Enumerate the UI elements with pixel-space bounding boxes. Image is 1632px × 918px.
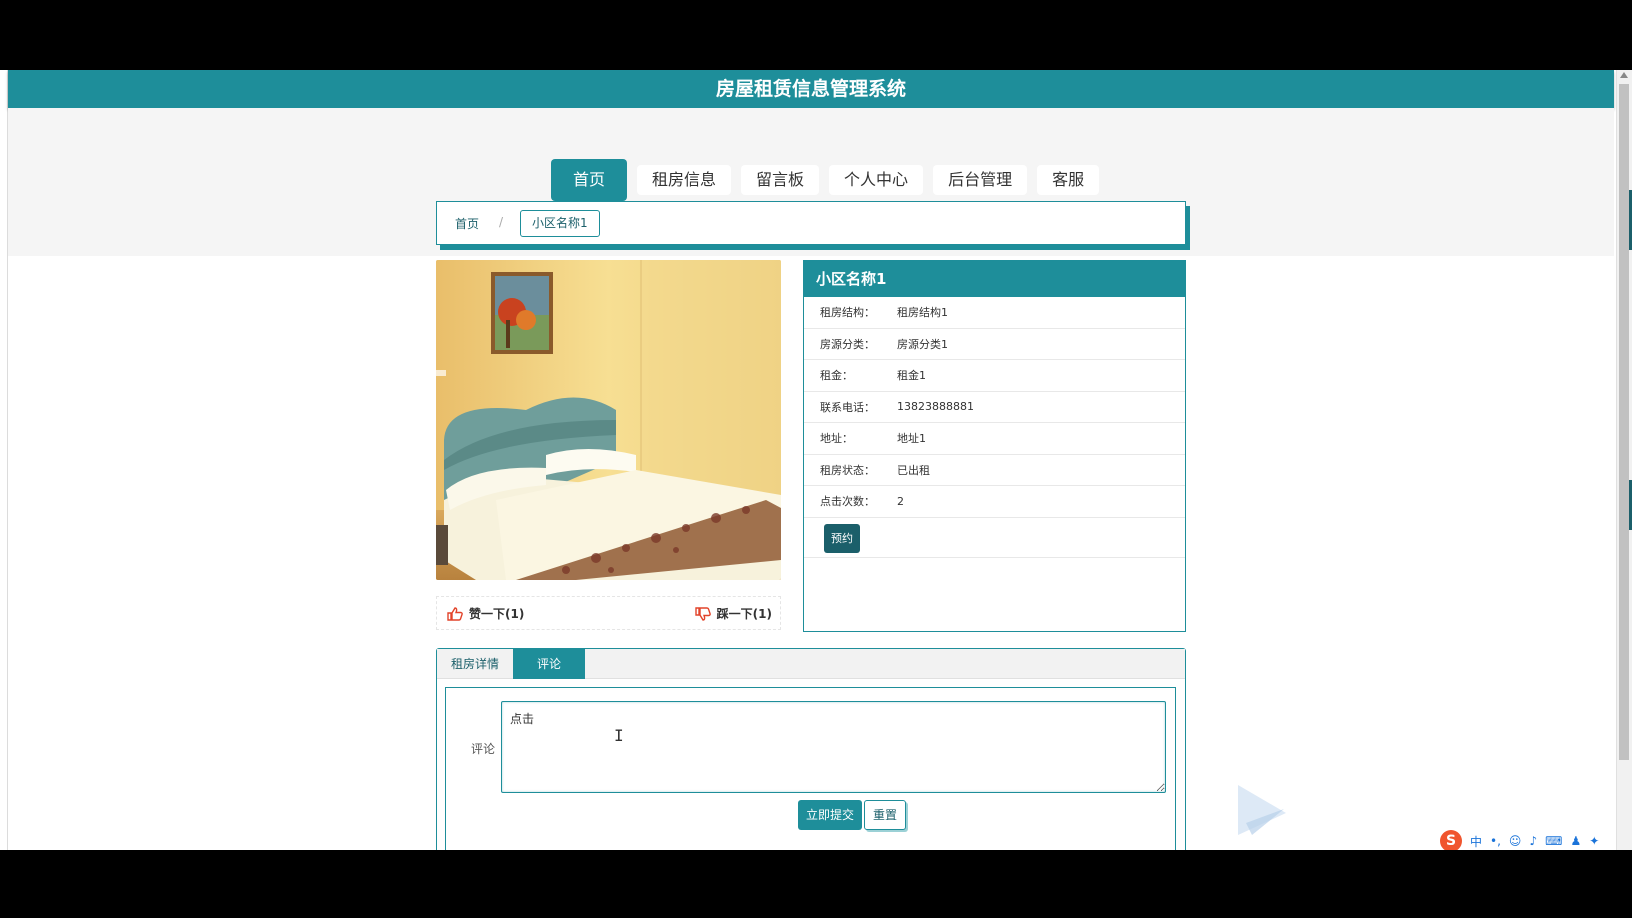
nav-customer-service[interactable]: 客服	[1037, 165, 1100, 195]
detail-tabs: 租房详情 评论 评论 I 立即提交 重置	[436, 648, 1186, 850]
info-label: 租金：	[820, 369, 853, 383]
microphone-icon[interactable]: ♪	[1529, 834, 1537, 848]
comment-textarea[interactable]	[501, 701, 1166, 793]
info-row-address: 地址： 地址1	[804, 423, 1185, 455]
watermark-logo	[1236, 783, 1292, 843]
reset-button[interactable]: 重置	[864, 800, 907, 830]
info-row-phone: 联系电话： 13823888881	[804, 392, 1185, 423]
breadcrumb-separator: /	[499, 215, 504, 229]
sogou-icon[interactable]: S	[1440, 830, 1462, 850]
nav-rentals[interactable]: 租房信息	[637, 165, 732, 195]
window-edge	[0, 70, 8, 850]
info-value: 13823888881	[897, 400, 974, 414]
listing-name: 小区名称1	[804, 261, 1185, 297]
info-value: 2	[897, 494, 904, 508]
nav-admin[interactable]: 后台管理	[933, 165, 1028, 195]
dislike-button[interactable]: 踩一下(1)	[694, 605, 772, 622]
info-label: 地址：	[820, 432, 853, 446]
comment-label: 评论	[471, 742, 496, 756]
scroll-up-icon[interactable]	[1620, 72, 1628, 78]
info-label: 点击次数：	[820, 495, 875, 509]
thumbs-down-icon	[694, 606, 711, 621]
info-row-status: 租房状态： 已出租	[804, 455, 1185, 486]
tabs-bar: 租房详情 评论	[437, 649, 1185, 679]
dislike-label: 踩一下(1)	[716, 607, 772, 621]
info-value: 租金1	[897, 369, 926, 383]
info-row-category: 房源分类： 房源分类1	[804, 329, 1185, 360]
info-row-clicks: 点击次数： 2	[804, 486, 1185, 518]
tab-rental-details[interactable]: 租房详情	[437, 649, 513, 679]
info-label: 租房结构：	[820, 306, 875, 320]
like-label: 赞一下(1)	[469, 607, 525, 621]
site-title: 房屋租赁信息管理系统	[8, 70, 1614, 108]
info-value: 房源分类1	[897, 337, 948, 351]
main-nav: 首页 租房信息 留言板 个人中心 后台管理 客服	[551, 159, 1100, 201]
thumbs-up-icon	[447, 606, 463, 621]
info-label: 房源分类：	[820, 337, 875, 351]
shirt-icon[interactable]: ✦	[1589, 834, 1599, 848]
info-label: 联系电话：	[820, 400, 875, 414]
ime-tray: S 中 •, ☺ ♪ ⌨ ♟ ✦	[1440, 830, 1599, 850]
submit-button[interactable]: 立即提交	[798, 800, 863, 830]
page-scrollbar[interactable]	[1616, 70, 1632, 850]
user-icon[interactable]: ♟	[1570, 834, 1581, 848]
breadcrumb: 首页 / 小区名称1	[436, 201, 1186, 245]
listing-photo	[436, 260, 781, 580]
breadcrumb-current[interactable]: 小区名称1	[520, 210, 600, 237]
emoji-icon[interactable]: ☺	[1509, 834, 1522, 848]
scroll-thumb[interactable]	[1619, 84, 1629, 760]
text-cursor-icon: I	[614, 726, 624, 745]
like-button[interactable]: 赞一下(1)	[447, 605, 524, 622]
info-row-rent: 租金： 租金1	[804, 360, 1185, 392]
bedroom-image	[436, 260, 781, 580]
comment-form: 评论 I 立即提交 重置	[445, 687, 1176, 850]
nav-personal-center[interactable]: 个人中心	[829, 165, 924, 195]
nav-message-board[interactable]: 留言板	[741, 165, 820, 195]
punctuation-icon[interactable]: •,	[1490, 834, 1501, 848]
breadcrumb-home[interactable]: 首页	[455, 215, 479, 232]
vote-bar: 赞一下(1) 踩一下(1)	[436, 596, 781, 630]
browser-viewport: 房屋租赁信息管理系统 首页 租房信息 留言板 个人中心 后台管理 客服 首页 /…	[0, 70, 1632, 850]
keyboard-icon[interactable]: ⌨	[1545, 834, 1562, 848]
book-button[interactable]: 预约	[824, 523, 860, 553]
info-value: 租房结构1	[897, 306, 948, 320]
info-row-structure: 租房结构： 租房结构1	[804, 297, 1185, 329]
tab-comments[interactable]: 评论	[513, 649, 586, 679]
info-label: 租房状态：	[820, 463, 875, 477]
listing-info-panel: 小区名称1 租房结构： 租房结构1 房源分类： 房源分类1 租金： 租金1 联系…	[803, 260, 1186, 632]
info-value: 已出租	[897, 463, 930, 477]
ime-mode[interactable]: 中	[1470, 833, 1482, 850]
book-row: 预约	[804, 518, 1185, 558]
info-value: 地址1	[897, 432, 926, 446]
nav-home[interactable]: 首页	[551, 159, 628, 201]
